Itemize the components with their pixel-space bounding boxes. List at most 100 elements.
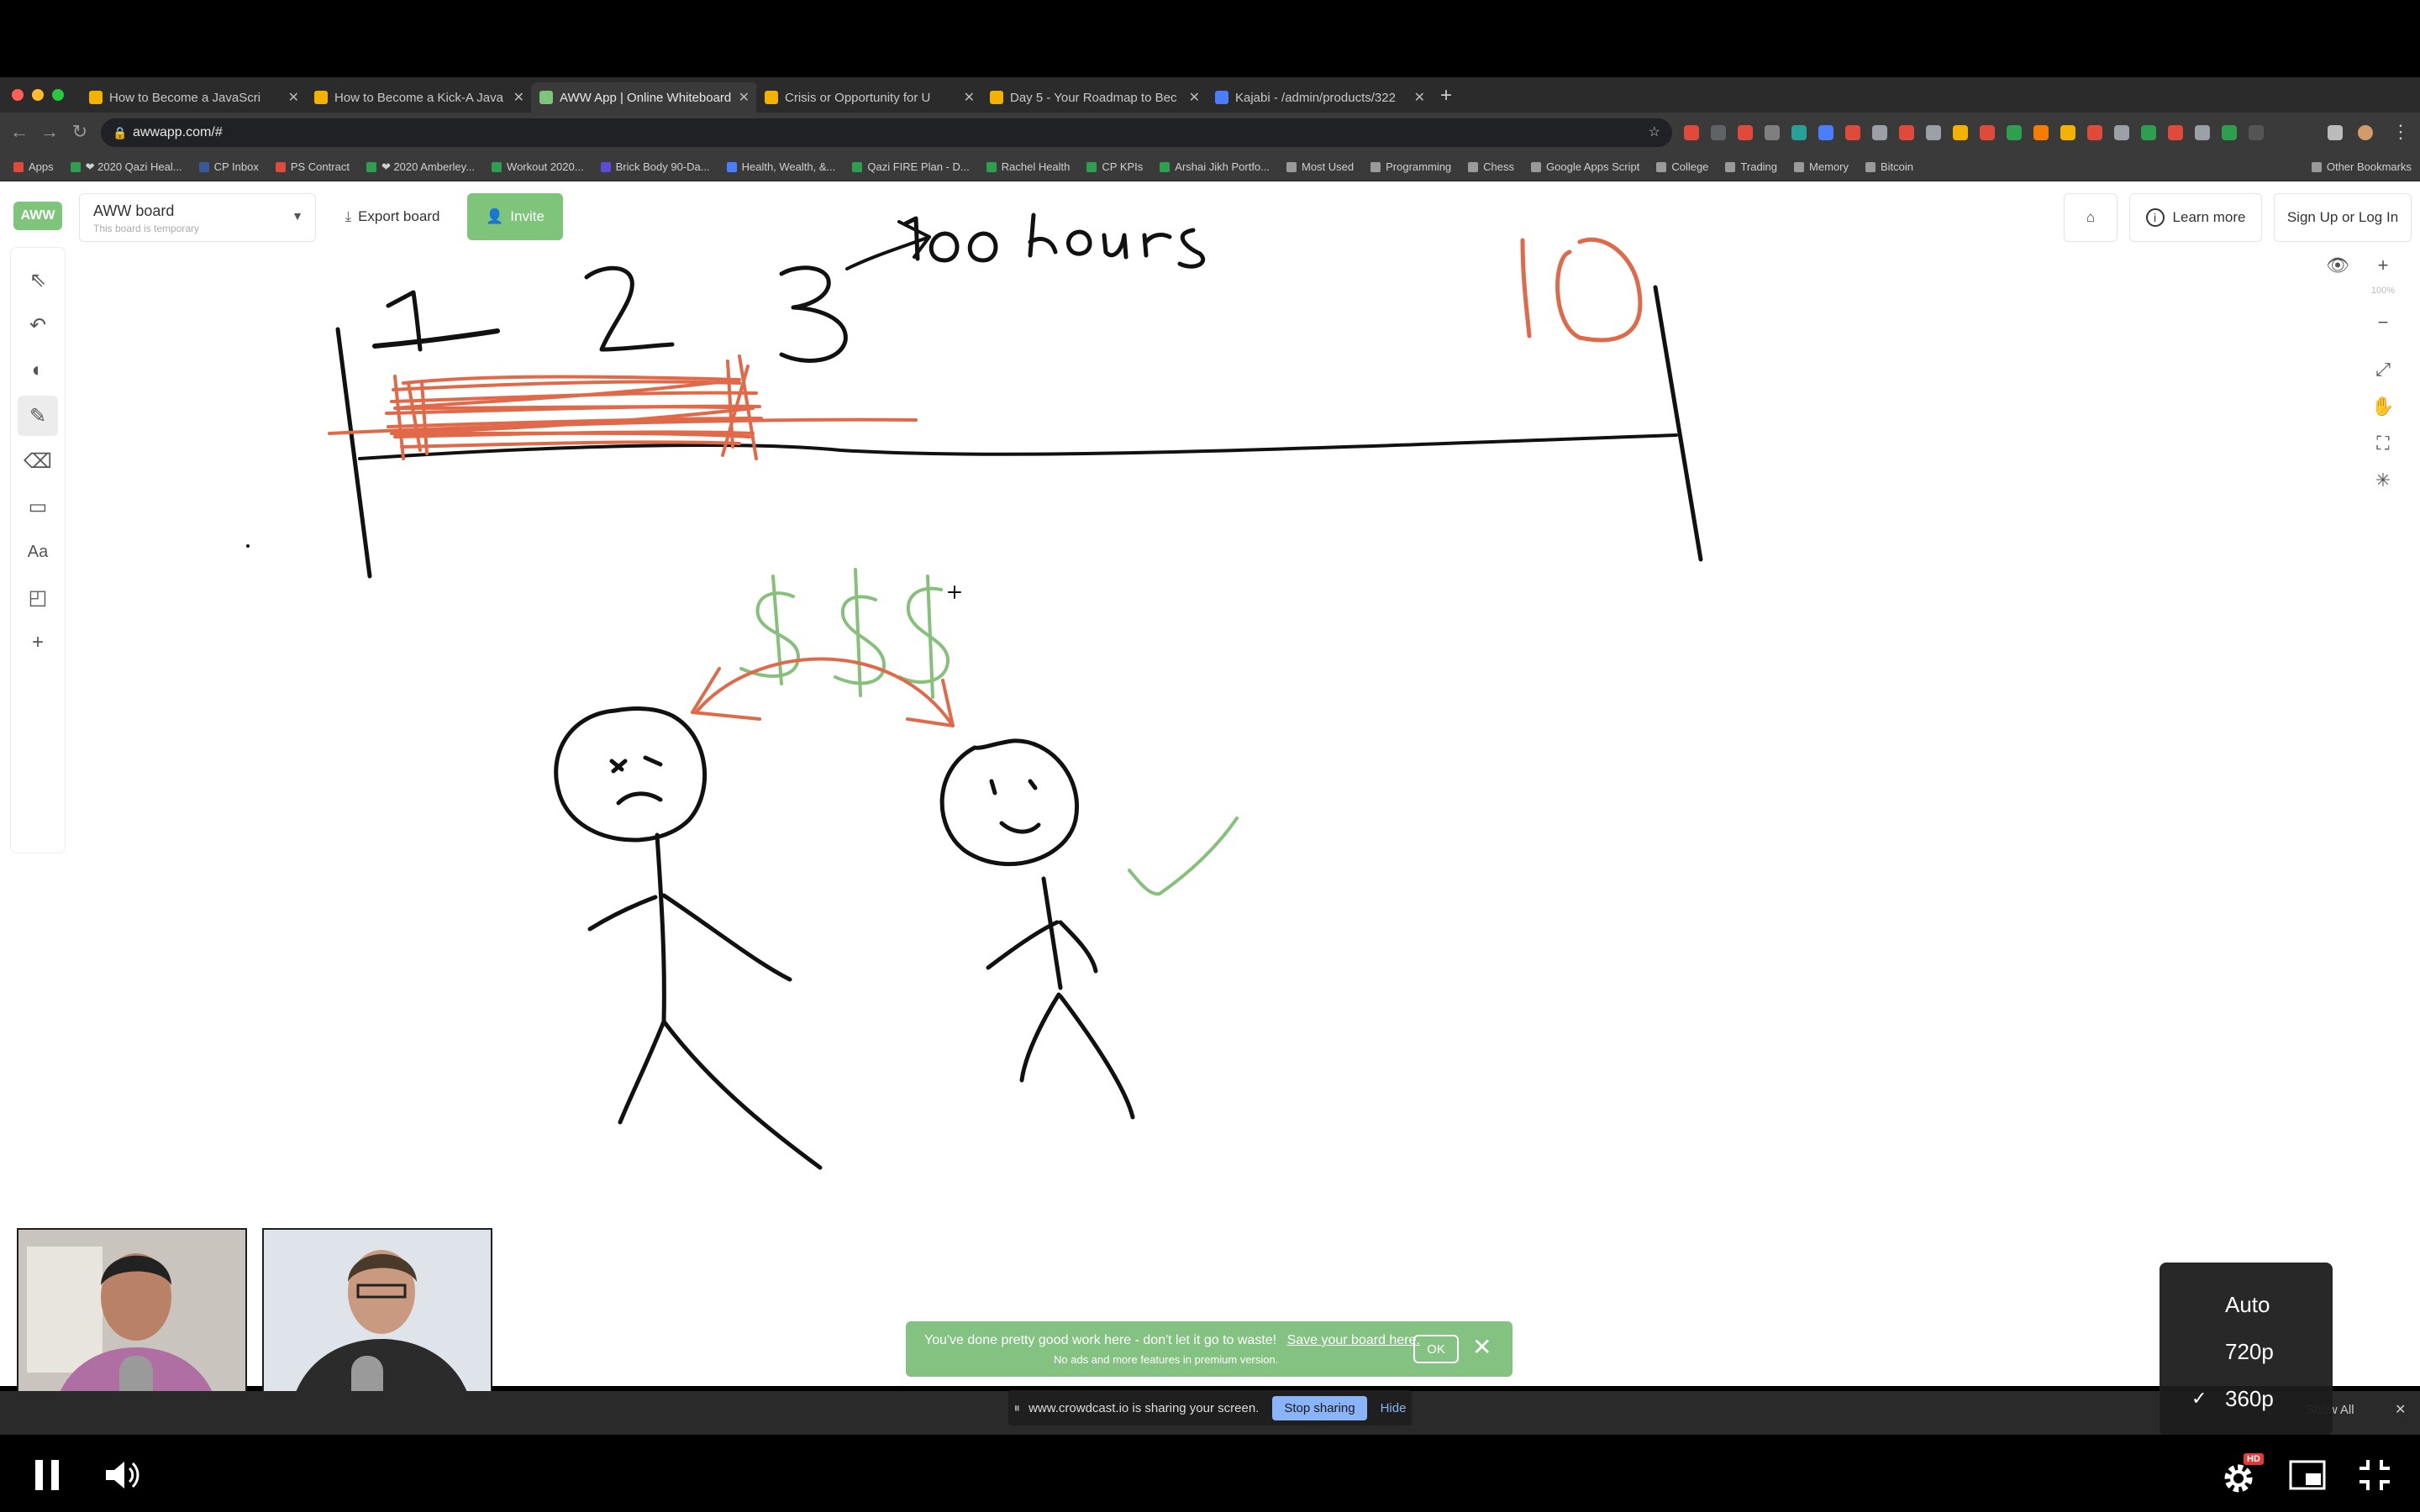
- sad-stick-figure: [554, 706, 823, 1170]
- extension-icon[interactable]: [2007, 125, 2022, 140]
- tab-title: How to Become a Kick-A Java: [334, 90, 503, 105]
- quality-option-auto[interactable]: Auto: [2160, 1281, 2333, 1328]
- extension-icon[interactable]: [2168, 125, 2183, 140]
- exchange-arrow-arc: [691, 657, 955, 727]
- extension-icon[interactable]: [1738, 125, 1753, 140]
- bookmark[interactable]: Apps: [13, 160, 54, 173]
- bookmarks-bar: Apps ❤ 2020 Qazi Heal... CP Inbox PS Con…: [0, 153, 2420, 181]
- volume-button[interactable]: [97, 1450, 148, 1500]
- browser-tab[interactable]: Kajabi - /admin/products/322 ✕: [1207, 82, 1434, 113]
- quality-option-720p[interactable]: 720p: [2160, 1328, 2333, 1375]
- extension-icon[interactable]: [2087, 125, 2102, 140]
- close-window-button[interactable]: [12, 89, 24, 101]
- timeline-line: [358, 433, 1678, 460]
- extension-icon[interactable]: [2249, 125, 2264, 140]
- bookmark[interactable]: ❤ 2020 Amberley...: [366, 160, 475, 174]
- picture-in-picture-button[interactable]: [2282, 1450, 2333, 1500]
- stop-sharing-button[interactable]: Stop sharing: [1272, 1395, 1367, 1420]
- lock-icon: 🔒: [113, 126, 128, 139]
- bookmark-folder[interactable]: Bitcoin: [1865, 160, 1913, 173]
- toast-ok-button[interactable]: OK: [1413, 1335, 1459, 1363]
- extension-icon[interactable]: [1711, 125, 1726, 140]
- bookmark-icon: [1160, 161, 1171, 172]
- tab-favicon-icon: [89, 91, 103, 104]
- handwritten-10[interactable]: [1520, 237, 1643, 343]
- bookmark-icon: [852, 161, 863, 172]
- close-toast-icon[interactable]: ✕: [1472, 1333, 1491, 1362]
- browser-menu-icon[interactable]: ⋮: [2391, 121, 2410, 143]
- close-tab-icon[interactable]: ✕: [513, 89, 524, 106]
- bookmark[interactable]: CP Inbox: [198, 160, 259, 173]
- whiteboard-canvas[interactable]: [0, 181, 2420, 1386]
- extension-icon[interactable]: [1684, 125, 1699, 140]
- extension-icon[interactable]: [1791, 125, 1807, 140]
- settings-button[interactable]: HD: [2215, 1450, 2265, 1500]
- hide-sharing-button[interactable]: Hide: [1381, 1401, 1407, 1415]
- bookmark-folder[interactable]: College: [1656, 160, 1708, 173]
- extension-icon[interactable]: [2141, 125, 2156, 140]
- bookmark[interactable]: Qazi FIRE Plan - D...: [852, 160, 970, 173]
- extension-icon[interactable]: [1953, 125, 1968, 140]
- close-tab-icon[interactable]: ✕: [739, 89, 750, 106]
- bookmark[interactable]: ❤ 2020 Qazi Heal...: [70, 160, 182, 174]
- extension-icon[interactable]: [2195, 125, 2210, 140]
- bookmark[interactable]: Workout 2020...: [492, 160, 584, 173]
- extension-icon[interactable]: [1872, 125, 1887, 140]
- close-tab-icon[interactable]: ✕: [288, 89, 299, 106]
- extensions-menu-icon[interactable]: [2328, 125, 2343, 140]
- extension-icon[interactable]: [1899, 125, 1914, 140]
- close-tab-icon[interactable]: ✕: [1414, 89, 1425, 106]
- back-button[interactable]: ←: [7, 119, 32, 144]
- bookmark-folder[interactable]: Memory: [1794, 160, 1849, 173]
- bookmark[interactable]: Health, Wealth, &...: [726, 160, 835, 173]
- folder-icon: [1370, 161, 1381, 172]
- extension-icon[interactable]: [1980, 125, 1995, 140]
- bookmark-label: Google Apps Script: [1546, 160, 1640, 173]
- url-text: awwapp.com/#: [133, 125, 223, 139]
- bookmark-folder[interactable]: Trading: [1725, 160, 1777, 173]
- extension-icon[interactable]: [1818, 125, 1833, 140]
- minimize-window-button[interactable]: [32, 89, 44, 101]
- quality-option-360p[interactable]: ✓ 360p: [2160, 1375, 2333, 1422]
- star-icon[interactable]: ☆: [1649, 118, 1660, 147]
- extension-icon[interactable]: [1926, 125, 1941, 140]
- save-board-link[interactable]: Save your board here.: [1287, 1333, 1420, 1347]
- close-downloads-icon[interactable]: ✕: [2395, 1401, 2406, 1418]
- bookmark[interactable]: Brick Body 90-Da...: [600, 160, 710, 173]
- extension-icon[interactable]: [2114, 125, 2129, 140]
- bookmark[interactable]: CP KPIs: [1086, 160, 1143, 173]
- close-tab-icon[interactable]: ✕: [1189, 89, 1200, 106]
- browser-tab[interactable]: How to Become a JavaScri ✕: [81, 82, 308, 113]
- url-input[interactable]: 🔒 awwapp.com/# ☆: [101, 118, 1672, 147]
- video-player-controls: HD: [0, 1435, 2420, 1512]
- bookmark[interactable]: Arshai Jikh Portfo...: [1160, 160, 1270, 173]
- bookmark[interactable]: Rachel Health: [986, 160, 1070, 173]
- browser-tab-active[interactable]: AWW App | Online Whiteboard ✕: [531, 82, 758, 113]
- bookmark-folder[interactable]: Most Used: [1286, 160, 1354, 173]
- bookmark-icon: [366, 161, 376, 172]
- bookmark-folder[interactable]: Programming: [1370, 160, 1451, 173]
- extension-icon[interactable]: [1765, 125, 1780, 140]
- close-tab-icon[interactable]: ✕: [964, 89, 975, 106]
- extension-icon[interactable]: [2033, 125, 2049, 140]
- bookmark-folder[interactable]: Chess: [1468, 160, 1514, 173]
- extension-icon[interactable]: [2222, 125, 2237, 140]
- exit-fullscreen-button[interactable]: [2349, 1450, 2400, 1500]
- other-bookmarks-folder[interactable]: Other Bookmarks: [2311, 160, 2412, 173]
- forward-button[interactable]: →: [37, 119, 62, 144]
- extension-icon[interactable]: [1845, 125, 1860, 140]
- pause-button[interactable]: [22, 1450, 72, 1500]
- maximize-window-button[interactable]: [52, 89, 64, 101]
- profile-avatar[interactable]: [2358, 125, 2373, 140]
- reload-button[interactable]: ↻: [67, 119, 92, 144]
- browser-tab[interactable]: Crisis or Opportunity for U ✕: [756, 82, 983, 113]
- browser-tab[interactable]: How to Become a Kick-A Java ✕: [306, 82, 533, 113]
- bookmark-folder[interactable]: Google Apps Script: [1531, 160, 1639, 173]
- browser-tab[interactable]: Day 5 - Your Roadmap to Bec ✕: [981, 82, 1208, 113]
- extension-icon[interactable]: [2060, 125, 2075, 140]
- new-tab-button[interactable]: +: [1440, 84, 1452, 108]
- bookmark[interactable]: PS Contract: [275, 160, 350, 173]
- bookmark-label: CP KPIs: [1102, 160, 1144, 173]
- drag-handle-icon[interactable]: ⏸: [1014, 1401, 1021, 1415]
- bookmark-label: Other Bookmarks: [2326, 160, 2412, 173]
